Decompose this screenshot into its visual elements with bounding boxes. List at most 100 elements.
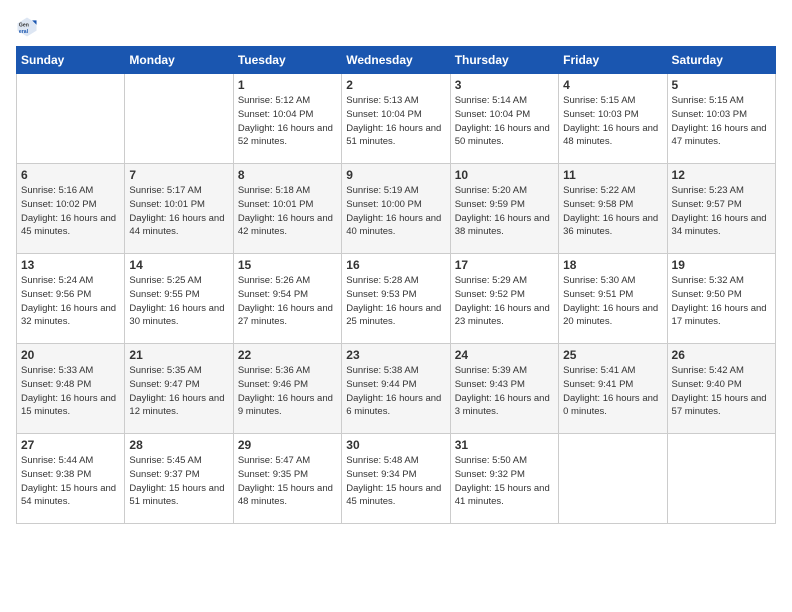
daylight-text: Daylight: 16 hours and 15 minutes.	[21, 393, 116, 418]
calendar-cell: 22 Sunrise: 5:36 AM Sunset: 9:46 PM Dayl…	[233, 344, 341, 434]
daylight-text: Daylight: 16 hours and 3 minutes.	[455, 393, 550, 418]
weekday-header: Friday	[559, 47, 667, 74]
sunset-text: Sunset: 10:04 PM	[346, 109, 422, 120]
day-number: 16	[346, 258, 445, 272]
calendar-week-row: 20 Sunrise: 5:33 AM Sunset: 9:48 PM Dayl…	[17, 344, 776, 434]
calendar-cell: 12 Sunrise: 5:23 AM Sunset: 9:57 PM Dayl…	[667, 164, 775, 254]
sunset-text: Sunset: 10:02 PM	[21, 199, 97, 210]
daylight-text: Daylight: 16 hours and 50 minutes.	[455, 123, 550, 148]
daylight-text: Daylight: 16 hours and 6 minutes.	[346, 393, 441, 418]
day-info: Sunrise: 5:28 AM Sunset: 9:53 PM Dayligh…	[346, 274, 445, 329]
daylight-text: Daylight: 16 hours and 9 minutes.	[238, 393, 333, 418]
day-info: Sunrise: 5:36 AM Sunset: 9:46 PM Dayligh…	[238, 364, 337, 419]
day-info: Sunrise: 5:50 AM Sunset: 9:32 PM Dayligh…	[455, 454, 554, 509]
calendar-cell: 4 Sunrise: 5:15 AM Sunset: 10:03 PM Dayl…	[559, 74, 667, 164]
day-number: 10	[455, 168, 554, 182]
daylight-text: Daylight: 16 hours and 42 minutes.	[238, 213, 333, 238]
sunrise-text: Sunrise: 5:47 AM	[238, 455, 310, 466]
calendar-cell: 9 Sunrise: 5:19 AM Sunset: 10:00 PM Dayl…	[342, 164, 450, 254]
daylight-text: Daylight: 15 hours and 41 minutes.	[455, 483, 550, 508]
day-number: 1	[238, 78, 337, 92]
sunset-text: Sunset: 9:37 PM	[129, 469, 199, 480]
calendar-cell	[667, 434, 775, 524]
sunrise-text: Sunrise: 5:16 AM	[21, 185, 93, 196]
calendar-cell: 24 Sunrise: 5:39 AM Sunset: 9:43 PM Dayl…	[450, 344, 558, 434]
svg-text:eral: eral	[19, 29, 29, 35]
day-info: Sunrise: 5:48 AM Sunset: 9:34 PM Dayligh…	[346, 454, 445, 509]
calendar-cell: 7 Sunrise: 5:17 AM Sunset: 10:01 PM Dayl…	[125, 164, 233, 254]
daylight-text: Daylight: 16 hours and 25 minutes.	[346, 303, 441, 328]
day-number: 28	[129, 438, 228, 452]
sunset-text: Sunset: 9:44 PM	[346, 379, 416, 390]
day-info: Sunrise: 5:12 AM Sunset: 10:04 PM Daylig…	[238, 94, 337, 149]
day-number: 21	[129, 348, 228, 362]
calendar-cell: 17 Sunrise: 5:29 AM Sunset: 9:52 PM Dayl…	[450, 254, 558, 344]
day-number: 24	[455, 348, 554, 362]
weekday-header: Wednesday	[342, 47, 450, 74]
daylight-text: Daylight: 16 hours and 12 minutes.	[129, 393, 224, 418]
daylight-text: Daylight: 15 hours and 45 minutes.	[346, 483, 441, 508]
daylight-text: Daylight: 16 hours and 23 minutes.	[455, 303, 550, 328]
sunrise-text: Sunrise: 5:42 AM	[672, 365, 744, 376]
sunset-text: Sunset: 9:34 PM	[346, 469, 416, 480]
day-info: Sunrise: 5:35 AM Sunset: 9:47 PM Dayligh…	[129, 364, 228, 419]
calendar-cell: 21 Sunrise: 5:35 AM Sunset: 9:47 PM Dayl…	[125, 344, 233, 434]
sunrise-text: Sunrise: 5:14 AM	[455, 95, 527, 106]
daylight-text: Daylight: 16 hours and 51 minutes.	[346, 123, 441, 148]
day-number: 26	[672, 348, 771, 362]
day-number: 13	[21, 258, 120, 272]
calendar-cell: 20 Sunrise: 5:33 AM Sunset: 9:48 PM Dayl…	[17, 344, 125, 434]
sunrise-text: Sunrise: 5:24 AM	[21, 275, 93, 286]
day-number: 25	[563, 348, 662, 362]
daylight-text: Daylight: 16 hours and 45 minutes.	[21, 213, 116, 238]
day-number: 14	[129, 258, 228, 272]
day-number: 8	[238, 168, 337, 182]
sunrise-text: Sunrise: 5:20 AM	[455, 185, 527, 196]
sunset-text: Sunset: 9:40 PM	[672, 379, 742, 390]
calendar-cell: 2 Sunrise: 5:13 AM Sunset: 10:04 PM Dayl…	[342, 74, 450, 164]
sunrise-text: Sunrise: 5:12 AM	[238, 95, 310, 106]
sunrise-text: Sunrise: 5:39 AM	[455, 365, 527, 376]
daylight-text: Daylight: 16 hours and 40 minutes.	[346, 213, 441, 238]
daylight-text: Daylight: 16 hours and 48 minutes.	[563, 123, 658, 148]
day-info: Sunrise: 5:32 AM Sunset: 9:50 PM Dayligh…	[672, 274, 771, 329]
day-number: 12	[672, 168, 771, 182]
sunrise-text: Sunrise: 5:45 AM	[129, 455, 201, 466]
calendar-cell: 16 Sunrise: 5:28 AM Sunset: 9:53 PM Dayl…	[342, 254, 450, 344]
day-info: Sunrise: 5:42 AM Sunset: 9:40 PM Dayligh…	[672, 364, 771, 419]
day-number: 5	[672, 78, 771, 92]
sunrise-text: Sunrise: 5:33 AM	[21, 365, 93, 376]
sunrise-text: Sunrise: 5:26 AM	[238, 275, 310, 286]
sunset-text: Sunset: 9:46 PM	[238, 379, 308, 390]
calendar-week-row: 6 Sunrise: 5:16 AM Sunset: 10:02 PM Dayl…	[17, 164, 776, 254]
day-info: Sunrise: 5:33 AM Sunset: 9:48 PM Dayligh…	[21, 364, 120, 419]
sunset-text: Sunset: 9:56 PM	[21, 289, 91, 300]
sunset-text: Sunset: 9:54 PM	[238, 289, 308, 300]
sunrise-text: Sunrise: 5:13 AM	[346, 95, 418, 106]
sunrise-text: Sunrise: 5:38 AM	[346, 365, 418, 376]
daylight-text: Daylight: 16 hours and 27 minutes.	[238, 303, 333, 328]
day-number: 31	[455, 438, 554, 452]
sunrise-text: Sunrise: 5:23 AM	[672, 185, 744, 196]
calendar-cell	[125, 74, 233, 164]
calendar-cell: 29 Sunrise: 5:47 AM Sunset: 9:35 PM Dayl…	[233, 434, 341, 524]
daylight-text: Daylight: 16 hours and 44 minutes.	[129, 213, 224, 238]
day-number: 4	[563, 78, 662, 92]
calendar-cell	[17, 74, 125, 164]
calendar-cell: 19 Sunrise: 5:32 AM Sunset: 9:50 PM Dayl…	[667, 254, 775, 344]
sunrise-text: Sunrise: 5:32 AM	[672, 275, 744, 286]
sunrise-text: Sunrise: 5:15 AM	[672, 95, 744, 106]
day-info: Sunrise: 5:18 AM Sunset: 10:01 PM Daylig…	[238, 184, 337, 239]
day-info: Sunrise: 5:23 AM Sunset: 9:57 PM Dayligh…	[672, 184, 771, 239]
calendar-cell: 25 Sunrise: 5:41 AM Sunset: 9:41 PM Dayl…	[559, 344, 667, 434]
calendar-week-row: 27 Sunrise: 5:44 AM Sunset: 9:38 PM Dayl…	[17, 434, 776, 524]
day-info: Sunrise: 5:39 AM Sunset: 9:43 PM Dayligh…	[455, 364, 554, 419]
daylight-text: Daylight: 16 hours and 38 minutes.	[455, 213, 550, 238]
day-number: 2	[346, 78, 445, 92]
day-info: Sunrise: 5:22 AM Sunset: 9:58 PM Dayligh…	[563, 184, 662, 239]
calendar-cell: 18 Sunrise: 5:30 AM Sunset: 9:51 PM Dayl…	[559, 254, 667, 344]
sunrise-text: Sunrise: 5:41 AM	[563, 365, 635, 376]
calendar-cell: 15 Sunrise: 5:26 AM Sunset: 9:54 PM Dayl…	[233, 254, 341, 344]
daylight-text: Daylight: 16 hours and 0 minutes.	[563, 393, 658, 418]
sunrise-text: Sunrise: 5:35 AM	[129, 365, 201, 376]
